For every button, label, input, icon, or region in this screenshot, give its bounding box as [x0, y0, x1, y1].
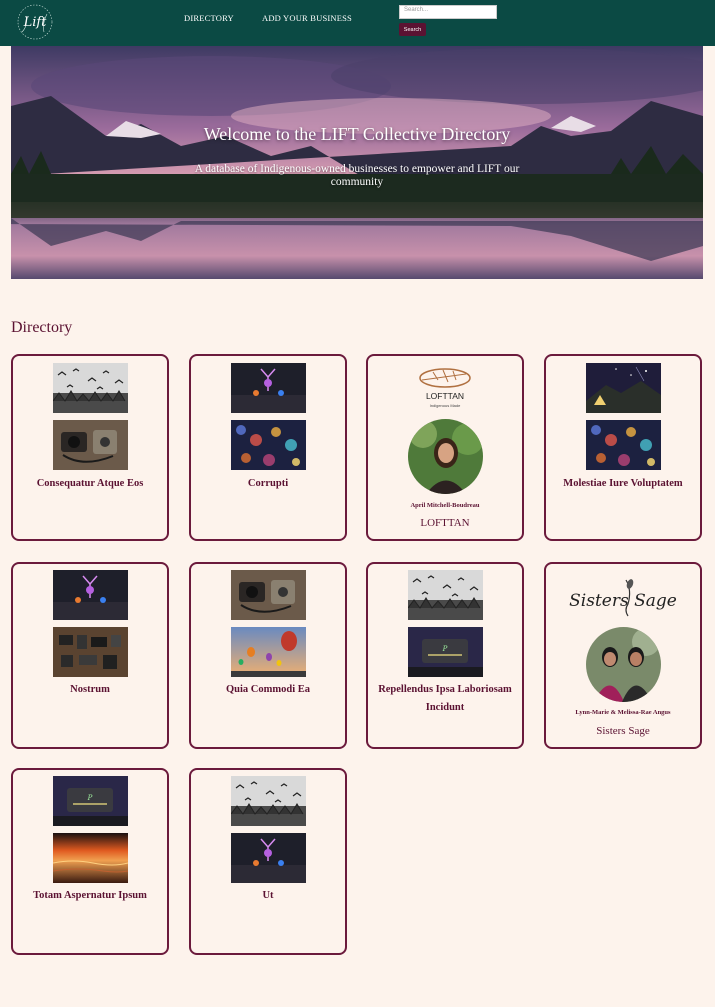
business-card[interactable]: P Repellendus Ipsa Laboriosam Incidunt [366, 562, 524, 749]
svg-text:Indigenous Made: Indigenous Made [430, 403, 461, 408]
owner-photo [408, 419, 483, 494]
svg-text:P: P [442, 645, 448, 653]
business-card[interactable]: Quia Commodi Ea [189, 562, 347, 749]
business-card[interactable]: Consequatur Atque Eos [11, 354, 169, 541]
top-nav: Lift DIRECTORY ADD YOUR BUSINESS Search.… [0, 0, 715, 46]
cameras-image [53, 420, 128, 470]
business-name: Molestiae Iure Voluptatem [563, 478, 683, 489]
business-name: Totam Aspernatur Ipsum [33, 890, 147, 901]
business-card[interactable]: Sisters Sage Lynn-Marie & Melissa-Rae An… [544, 562, 702, 749]
svg-text:Lift: Lift [23, 15, 48, 30]
business-card[interactable]: LOFTTAN Indigenous Made April Mitchell-B… [366, 354, 524, 541]
svg-text:LOFTTAN: LOFTTAN [426, 391, 464, 401]
owner-name: Lynn-Marie & Melissa-Rae Angus [575, 709, 671, 716]
cameras-image [231, 570, 306, 620]
svg-text:P: P [87, 794, 93, 802]
business-card[interactable]: Nostrum [11, 562, 169, 749]
hero-subtitle: A database of Indigenous-owned businesse… [194, 163, 520, 188]
birds-image [408, 570, 483, 620]
business-card[interactable]: Molestiae Iure Voluptatem [544, 354, 702, 541]
business-name: Repellendus Ipsa Laboriosam Incidunt [378, 684, 512, 713]
business-card[interactable]: P Totam Aspernatur Ipsum [11, 768, 169, 955]
sisters-sage-logo: Sisters Sage [546, 570, 700, 622]
neon-deer-image [231, 833, 306, 883]
business-name: Nostrum [70, 684, 110, 695]
hero-title: Welcome to the LIFT Collective Directory [203, 124, 511, 144]
business-name: Corrupti [247, 478, 289, 489]
city-bokeh-image [231, 420, 306, 470]
night-tent-image [586, 363, 661, 413]
business-name: Quia Commodi Ea [225, 684, 310, 695]
neon-sign-image: P [53, 776, 128, 826]
owner-name: April Mitchell-Boudreau [410, 502, 480, 509]
business-card[interactable]: Ut [189, 768, 347, 955]
city-bokeh-image [586, 420, 661, 470]
lofttan-logo: LOFTTAN Indigenous Made [368, 362, 522, 410]
nav-add-business-link[interactable]: ADD YOUR BUSINESS [262, 13, 352, 23]
neon-deer-image [53, 570, 128, 620]
directory-heading: Directory [11, 319, 73, 336]
gear-flatlay-image [53, 627, 128, 677]
business-name: Ut [262, 890, 274, 901]
owner-photo [586, 627, 661, 702]
nav-directory-link[interactable]: DIRECTORY [184, 13, 234, 23]
sunset-water-image [53, 833, 128, 883]
birds-image [53, 363, 128, 413]
search-button[interactable]: Search [399, 23, 426, 36]
business-card[interactable]: Corrupti [189, 354, 347, 541]
neon-sign-image: P [408, 627, 483, 677]
business-name: LOFTTAN [420, 517, 470, 529]
hero-banner: Welcome to the LIFT Collective Directory… [11, 46, 703, 279]
business-name: Sisters Sage [596, 725, 650, 737]
lift-logo[interactable]: Lift [14, 2, 56, 42]
neon-deer-image [231, 363, 306, 413]
business-name: Consequatur Atque Eos [36, 478, 144, 489]
search-input[interactable]: Search... [399, 5, 497, 19]
birds-image [231, 776, 306, 826]
balloons-image [231, 627, 306, 677]
svg-text:Sisters Sage: Sisters Sage [569, 591, 677, 611]
